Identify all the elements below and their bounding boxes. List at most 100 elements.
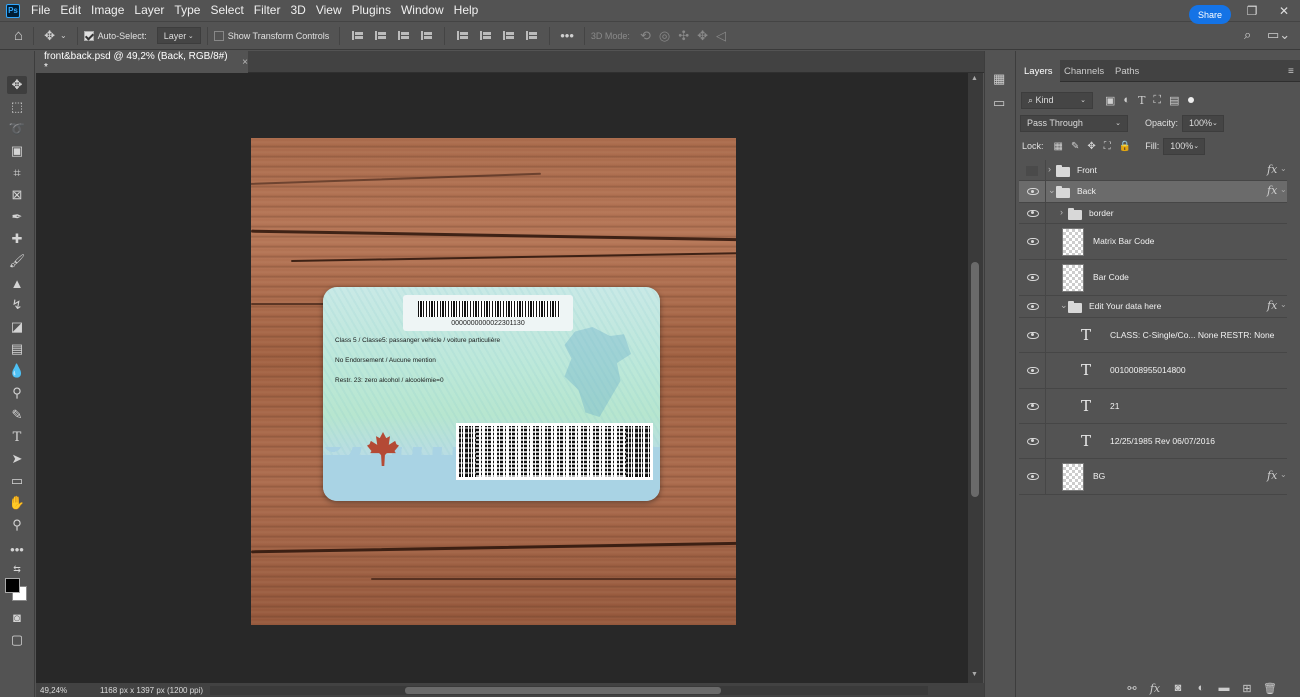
workspace-icon[interactable]: ▭⌄ xyxy=(1263,27,1294,43)
healing-brush-icon[interactable]: ✚ xyxy=(7,230,27,248)
auto-select-target-dropdown[interactable]: Layer ⌄ xyxy=(156,27,201,44)
3d-orbit-icon[interactable]: ⟲ xyxy=(636,28,655,44)
comments-icon[interactable]: ▭ xyxy=(993,95,1005,111)
eraser-tool-icon[interactable]: ◪ xyxy=(7,318,27,336)
menu-item-image[interactable]: Image xyxy=(86,0,129,21)
vertical-scrollbar[interactable]: ▲ ▼ xyxy=(968,73,983,683)
swap-colors-icon[interactable]: ⇆ xyxy=(7,560,27,578)
layer-row[interactable]: T 0010008955014800 xyxy=(1019,353,1287,389)
screen-mode-icon[interactable]: ▢ xyxy=(7,631,27,649)
layer-row[interactable]: › border xyxy=(1019,203,1287,224)
edit-toolbar-icon[interactable]: ••• xyxy=(7,540,27,558)
3d-scale-icon[interactable]: ◁ xyxy=(712,28,730,44)
opacity-field[interactable]: 100% ⌄ xyxy=(1182,114,1225,132)
marquee-tool-icon[interactable]: ⬚ xyxy=(7,98,27,116)
path-select-tool-icon[interactable]: ➤ xyxy=(7,450,27,468)
lock-image-icon[interactable]: ✎ xyxy=(1067,141,1083,152)
add-mask-icon[interactable]: ◙ xyxy=(1172,682,1184,694)
chevron-down-icon[interactable]: ⌄ xyxy=(1280,470,1287,479)
new-group-icon[interactable]: ▬ xyxy=(1218,682,1230,694)
visibility-eye-icon[interactable] xyxy=(1027,303,1039,310)
menu-item-3d[interactable]: 3D xyxy=(285,0,310,21)
3d-slide-icon[interactable]: ✥ xyxy=(693,28,712,44)
auto-select-checkbox[interactable] xyxy=(83,30,94,41)
menu-item-plugins[interactable]: Plugins xyxy=(347,0,396,21)
layer-row[interactable]: Bar Code xyxy=(1019,260,1287,296)
menu-item-view[interactable]: View xyxy=(311,0,347,21)
menu-item-help[interactable]: Help xyxy=(449,0,484,21)
type-filter-icon[interactable]: T xyxy=(1134,94,1149,107)
layer-effects-icon[interactable]: fx xyxy=(1267,469,1277,482)
horizontal-scroll-thumb[interactable] xyxy=(405,687,721,694)
chevron-right-icon[interactable]: › xyxy=(1060,207,1063,217)
document-tab[interactable]: front&back.psd @ 49,2% (Back, RGB/8#) * … xyxy=(36,51,248,73)
more-options-icon[interactable]: ••• xyxy=(556,28,578,43)
visibility-eye-icon[interactable] xyxy=(1027,473,1039,480)
3d-roll-icon[interactable]: ◎ xyxy=(655,28,674,44)
visibility-eye-icon[interactable] xyxy=(1027,367,1039,374)
visibility-eye-icon[interactable] xyxy=(1027,209,1039,217)
history-brush-icon[interactable]: ↯ xyxy=(7,296,27,314)
shape-filter-icon[interactable]: ⛶ xyxy=(1149,94,1165,107)
distribute-horizontal-icon[interactable] xyxy=(420,29,433,42)
layer-name[interactable]: border xyxy=(1089,208,1114,218)
layer-effects-icon[interactable]: fx xyxy=(1267,163,1277,176)
3d-pan-icon[interactable]: ✣ xyxy=(674,28,693,44)
show-transform-checkbox[interactable] xyxy=(213,30,224,41)
chevron-down-icon[interactable]: ⌄ xyxy=(1280,300,1287,309)
layer-row[interactable]: ⌄ Back fx ⌄ xyxy=(1019,181,1287,203)
dodge-tool-icon[interactable]: ⚲ xyxy=(7,384,27,402)
zoom-tool-icon[interactable]: ⚲ xyxy=(7,516,27,534)
share-button[interactable]: Share xyxy=(1189,5,1231,24)
layer-name[interactable]: 0010008955014800 xyxy=(1110,365,1186,375)
menu-item-file[interactable]: File xyxy=(26,0,55,21)
pen-tool-icon[interactable]: ✎ xyxy=(7,406,27,424)
align-top-icon[interactable] xyxy=(456,29,469,42)
link-layers-icon[interactable]: ⚯ xyxy=(1126,682,1138,695)
filter-kind-dropdown[interactable]: ⌕ Kind ⌄ xyxy=(1021,91,1093,109)
visibility-eye-icon[interactable] xyxy=(1027,437,1039,445)
lasso-tool-icon[interactable]: ➰ xyxy=(7,120,27,138)
tab-paths[interactable]: Paths xyxy=(1108,60,1146,82)
lock-artboard-icon[interactable]: ⛶ xyxy=(1100,141,1115,152)
foreground-color-swatch[interactable] xyxy=(5,578,20,593)
home-icon[interactable]: ⌂ xyxy=(10,27,27,44)
history-icon[interactable]: ▦ xyxy=(993,71,1005,87)
crop-tool-icon[interactable]: ⌗ xyxy=(7,164,27,182)
new-adjustment-icon[interactable]: ◐ xyxy=(1195,682,1207,694)
layer-name[interactable]: BG xyxy=(1093,471,1105,481)
chevron-down-icon[interactable]: ⌄ xyxy=(1060,300,1068,311)
layer-row[interactable]: › Front fx ⌄ xyxy=(1019,160,1287,181)
visibility-eye-icon[interactable] xyxy=(1027,274,1039,281)
layer-row[interactable]: T 12/25/1985 Rev 06/07/2016 xyxy=(1019,424,1287,459)
text-layer-icon[interactable]: T xyxy=(1081,326,1091,344)
layer-effects-icon[interactable]: fx xyxy=(1267,184,1277,197)
layer-name[interactable]: 21 xyxy=(1110,401,1119,411)
move-tool-preset-icon[interactable]: ✥ ⌄ xyxy=(40,28,71,44)
hand-tool-icon[interactable]: ✋ xyxy=(7,494,27,512)
layer-thumbnail[interactable] xyxy=(1062,463,1084,491)
tab-layers[interactable]: Layers xyxy=(1017,60,1060,82)
brush-tool-icon[interactable]: 🖌 xyxy=(7,252,27,270)
chevron-down-icon[interactable]: ⌄ xyxy=(1280,185,1287,194)
align-right-icon[interactable] xyxy=(397,29,410,42)
visibility-eye-icon[interactable] xyxy=(1027,331,1039,339)
chevron-down-icon[interactable]: ⌄ xyxy=(1280,164,1287,173)
id-card-back[interactable]: 0000000000022301130 Class 5 / Classe5: p… xyxy=(323,287,660,501)
menu-item-window[interactable]: Window xyxy=(396,0,449,21)
layer-row[interactable]: Matrix Bar Code xyxy=(1019,224,1287,260)
layer-effects-icon[interactable]: fx xyxy=(1267,299,1277,312)
scroll-up-icon[interactable]: ▲ xyxy=(971,75,978,82)
menu-item-filter[interactable]: Filter xyxy=(249,0,286,21)
lock-transparent-icon[interactable]: ▦ xyxy=(1050,141,1067,152)
filter-toggle-icon[interactable] xyxy=(1187,97,1194,103)
visibility-toggle-empty[interactable] xyxy=(1026,165,1038,176)
new-layer-icon[interactable]: ⊞ xyxy=(1241,682,1253,695)
document-canvas[interactable]: 0000000000022301130 Class 5 / Classe5: p… xyxy=(251,138,736,625)
text-layer-icon[interactable]: T xyxy=(1081,397,1091,415)
move-tool-icon[interactable]: ✥ xyxy=(7,76,27,94)
layer-row[interactable]: T CLASS: C-Single/Co... None RESTR: None xyxy=(1019,318,1287,353)
scroll-down-icon[interactable]: ▼ xyxy=(971,671,978,678)
chevron-right-icon[interactable]: › xyxy=(1048,164,1051,174)
text-layer-icon[interactable]: T xyxy=(1081,432,1091,450)
